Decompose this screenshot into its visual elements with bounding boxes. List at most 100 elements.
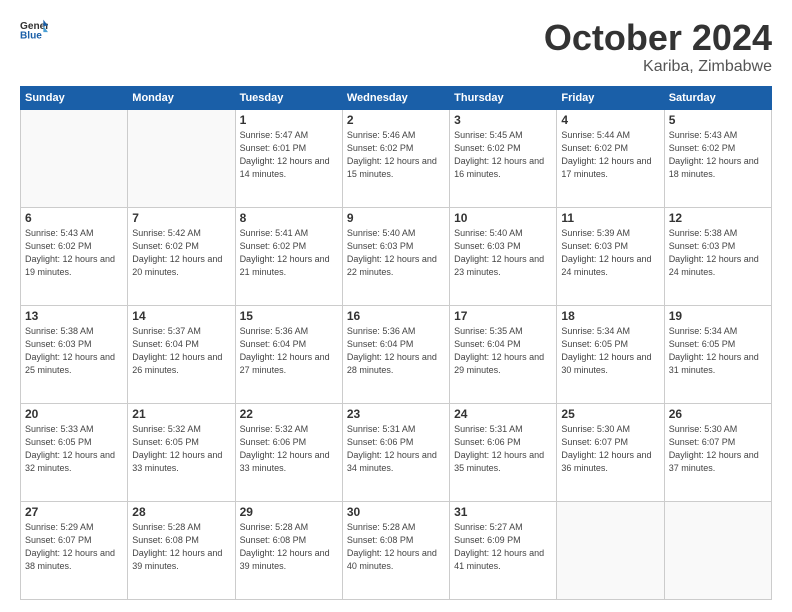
day-info: Sunrise: 5:31 AM Sunset: 6:06 PM Dayligh… [347,423,445,475]
title-block: October 2024 Kariba, Zimbabwe [544,18,772,76]
table-row: 22 Sunrise: 5:32 AM Sunset: 6:06 PM Dayli… [235,403,342,501]
table-row: 27 Sunrise: 5:29 AM Sunset: 6:07 PM Dayli… [21,501,128,599]
day-info: Sunrise: 5:28 AM Sunset: 6:08 PM Dayligh… [132,521,230,573]
day-number: 21 [132,407,230,421]
day-info: Sunrise: 5:35 AM Sunset: 6:04 PM Dayligh… [454,325,552,377]
logo-icon: General Blue [20,18,48,40]
table-row: 31Sunrise: 5:27 AM Sunset: 6:09 PM Dayli… [450,501,557,599]
day-number: 22 [240,407,338,421]
table-row: 19Sunrise: 5:34 AM Sunset: 6:05 PM Dayli… [664,305,771,403]
table-row: 4Sunrise: 5:44 AM Sunset: 6:02 PM Daylig… [557,109,664,207]
day-number: 23 [347,407,445,421]
table-row: 5Sunrise: 5:43 AM Sunset: 6:02 PM Daylig… [664,109,771,207]
logo: General Blue [20,18,48,40]
day-number: 26 [669,407,767,421]
day-info: Sunrise: 5:43 AM Sunset: 6:02 PM Dayligh… [25,227,123,279]
table-row: 29Sunrise: 5:28 AM Sunset: 6:08 PM Dayli… [235,501,342,599]
table-row: 11 Sunrise: 5:39 AM Sunset: 6:03 PM Dayli… [557,207,664,305]
table-row [21,109,128,207]
day-info: Sunrise: 5:28 AM Sunset: 6:08 PM Dayligh… [240,521,338,573]
calendar-week-row: 20 Sunrise: 5:33 AM Sunset: 6:05 PM Dayli… [21,403,772,501]
day-info: Sunrise: 5:34 AM Sunset: 6:05 PM Dayligh… [561,325,659,377]
day-info: Sunrise: 5:47 AM Sunset: 6:01 PM Dayligh… [240,129,338,181]
day-number: 18 [561,309,659,323]
month-title: October 2024 [544,18,772,58]
day-info: Sunrise: 5:33 AM Sunset: 6:05 PM Dayligh… [25,423,123,475]
table-row: 23 Sunrise: 5:31 AM Sunset: 6:06 PM Dayli… [342,403,449,501]
col-friday: Friday [557,86,664,109]
table-row: 12 Sunrise: 5:38 AM Sunset: 6:03 PM Dayli… [664,207,771,305]
day-number: 20 [25,407,123,421]
calendar-week-row: 13Sunrise: 5:38 AM Sunset: 6:03 PM Dayli… [21,305,772,403]
table-row [128,109,235,207]
day-info: Sunrise: 5:37 AM Sunset: 6:04 PM Dayligh… [132,325,230,377]
table-row: 14 Sunrise: 5:37 AM Sunset: 6:04 PM Dayli… [128,305,235,403]
col-saturday: Saturday [664,86,771,109]
day-info: Sunrise: 5:40 AM Sunset: 6:03 PM Dayligh… [454,227,552,279]
day-info: Sunrise: 5:32 AM Sunset: 6:05 PM Dayligh… [132,423,230,475]
day-info: Sunrise: 5:41 AM Sunset: 6:02 PM Dayligh… [240,227,338,279]
table-row: 30 Sunrise: 5:28 AM Sunset: 6:08 PM Dayli… [342,501,449,599]
day-info: Sunrise: 5:31 AM Sunset: 6:06 PM Dayligh… [454,423,552,475]
day-number: 9 [347,211,445,225]
calendar-week-row: 6 Sunrise: 5:43 AM Sunset: 6:02 PM Daylig… [21,207,772,305]
day-number: 14 [132,309,230,323]
table-row: 17 Sunrise: 5:35 AM Sunset: 6:04 PM Dayli… [450,305,557,403]
col-thursday: Thursday [450,86,557,109]
header: General Blue October 2024 Kariba, Zimbab… [20,18,772,76]
day-number: 7 [132,211,230,225]
day-info: Sunrise: 5:38 AM Sunset: 6:03 PM Dayligh… [669,227,767,279]
day-number: 6 [25,211,123,225]
svg-text:Blue: Blue [20,30,42,40]
table-row: 15Sunrise: 5:36 AM Sunset: 6:04 PM Dayli… [235,305,342,403]
calendar-header-row: Sunday Monday Tuesday Wednesday Thursday… [21,86,772,109]
location-title: Kariba, Zimbabwe [544,58,772,76]
table-row: 13Sunrise: 5:38 AM Sunset: 6:03 PM Dayli… [21,305,128,403]
day-number: 1 [240,113,338,127]
table-row: 24 Sunrise: 5:31 AM Sunset: 6:06 PM Dayli… [450,403,557,501]
table-row: 7 Sunrise: 5:42 AM Sunset: 6:02 PM Daylig… [128,207,235,305]
table-row: 10 Sunrise: 5:40 AM Sunset: 6:03 PM Dayli… [450,207,557,305]
calendar-week-row: 27 Sunrise: 5:29 AM Sunset: 6:07 PM Dayli… [21,501,772,599]
table-row: 8Sunrise: 5:41 AM Sunset: 6:02 PM Daylig… [235,207,342,305]
day-number: 11 [561,211,659,225]
day-info: Sunrise: 5:36 AM Sunset: 6:04 PM Dayligh… [347,325,445,377]
day-number: 17 [454,309,552,323]
day-number: 27 [25,505,123,519]
day-number: 31 [454,505,552,519]
day-number: 5 [669,113,767,127]
day-info: Sunrise: 5:30 AM Sunset: 6:07 PM Dayligh… [669,423,767,475]
day-number: 28 [132,505,230,519]
day-number: 25 [561,407,659,421]
col-wednesday: Wednesday [342,86,449,109]
day-info: Sunrise: 5:39 AM Sunset: 6:03 PM Dayligh… [561,227,659,279]
day-number: 3 [454,113,552,127]
day-number: 24 [454,407,552,421]
table-row [664,501,771,599]
calendar-week-row: 1 Sunrise: 5:47 AM Sunset: 6:01 PM Daylig… [21,109,772,207]
day-info: Sunrise: 5:29 AM Sunset: 6:07 PM Dayligh… [25,521,123,573]
table-row: 3 Sunrise: 5:45 AM Sunset: 6:02 PM Daylig… [450,109,557,207]
day-info: Sunrise: 5:42 AM Sunset: 6:02 PM Dayligh… [132,227,230,279]
table-row: 2Sunrise: 5:46 AM Sunset: 6:02 PM Daylig… [342,109,449,207]
calendar-body: 1 Sunrise: 5:47 AM Sunset: 6:01 PM Daylig… [21,109,772,599]
table-row: 9 Sunrise: 5:40 AM Sunset: 6:03 PM Daylig… [342,207,449,305]
table-row: 28 Sunrise: 5:28 AM Sunset: 6:08 PM Dayli… [128,501,235,599]
day-info: Sunrise: 5:32 AM Sunset: 6:06 PM Dayligh… [240,423,338,475]
table-row: 20 Sunrise: 5:33 AM Sunset: 6:05 PM Dayli… [21,403,128,501]
day-number: 30 [347,505,445,519]
day-number: 2 [347,113,445,127]
day-info: Sunrise: 5:28 AM Sunset: 6:08 PM Dayligh… [347,521,445,573]
table-row: 18 Sunrise: 5:34 AM Sunset: 6:05 PM Dayli… [557,305,664,403]
day-number: 13 [25,309,123,323]
day-number: 15 [240,309,338,323]
calendar-table: Sunday Monday Tuesday Wednesday Thursday… [20,86,772,600]
day-info: Sunrise: 5:45 AM Sunset: 6:02 PM Dayligh… [454,129,552,181]
col-sunday: Sunday [21,86,128,109]
table-row: 1 Sunrise: 5:47 AM Sunset: 6:01 PM Daylig… [235,109,342,207]
day-number: 4 [561,113,659,127]
day-number: 10 [454,211,552,225]
day-number: 12 [669,211,767,225]
day-info: Sunrise: 5:40 AM Sunset: 6:03 PM Dayligh… [347,227,445,279]
day-info: Sunrise: 5:34 AM Sunset: 6:05 PM Dayligh… [669,325,767,377]
